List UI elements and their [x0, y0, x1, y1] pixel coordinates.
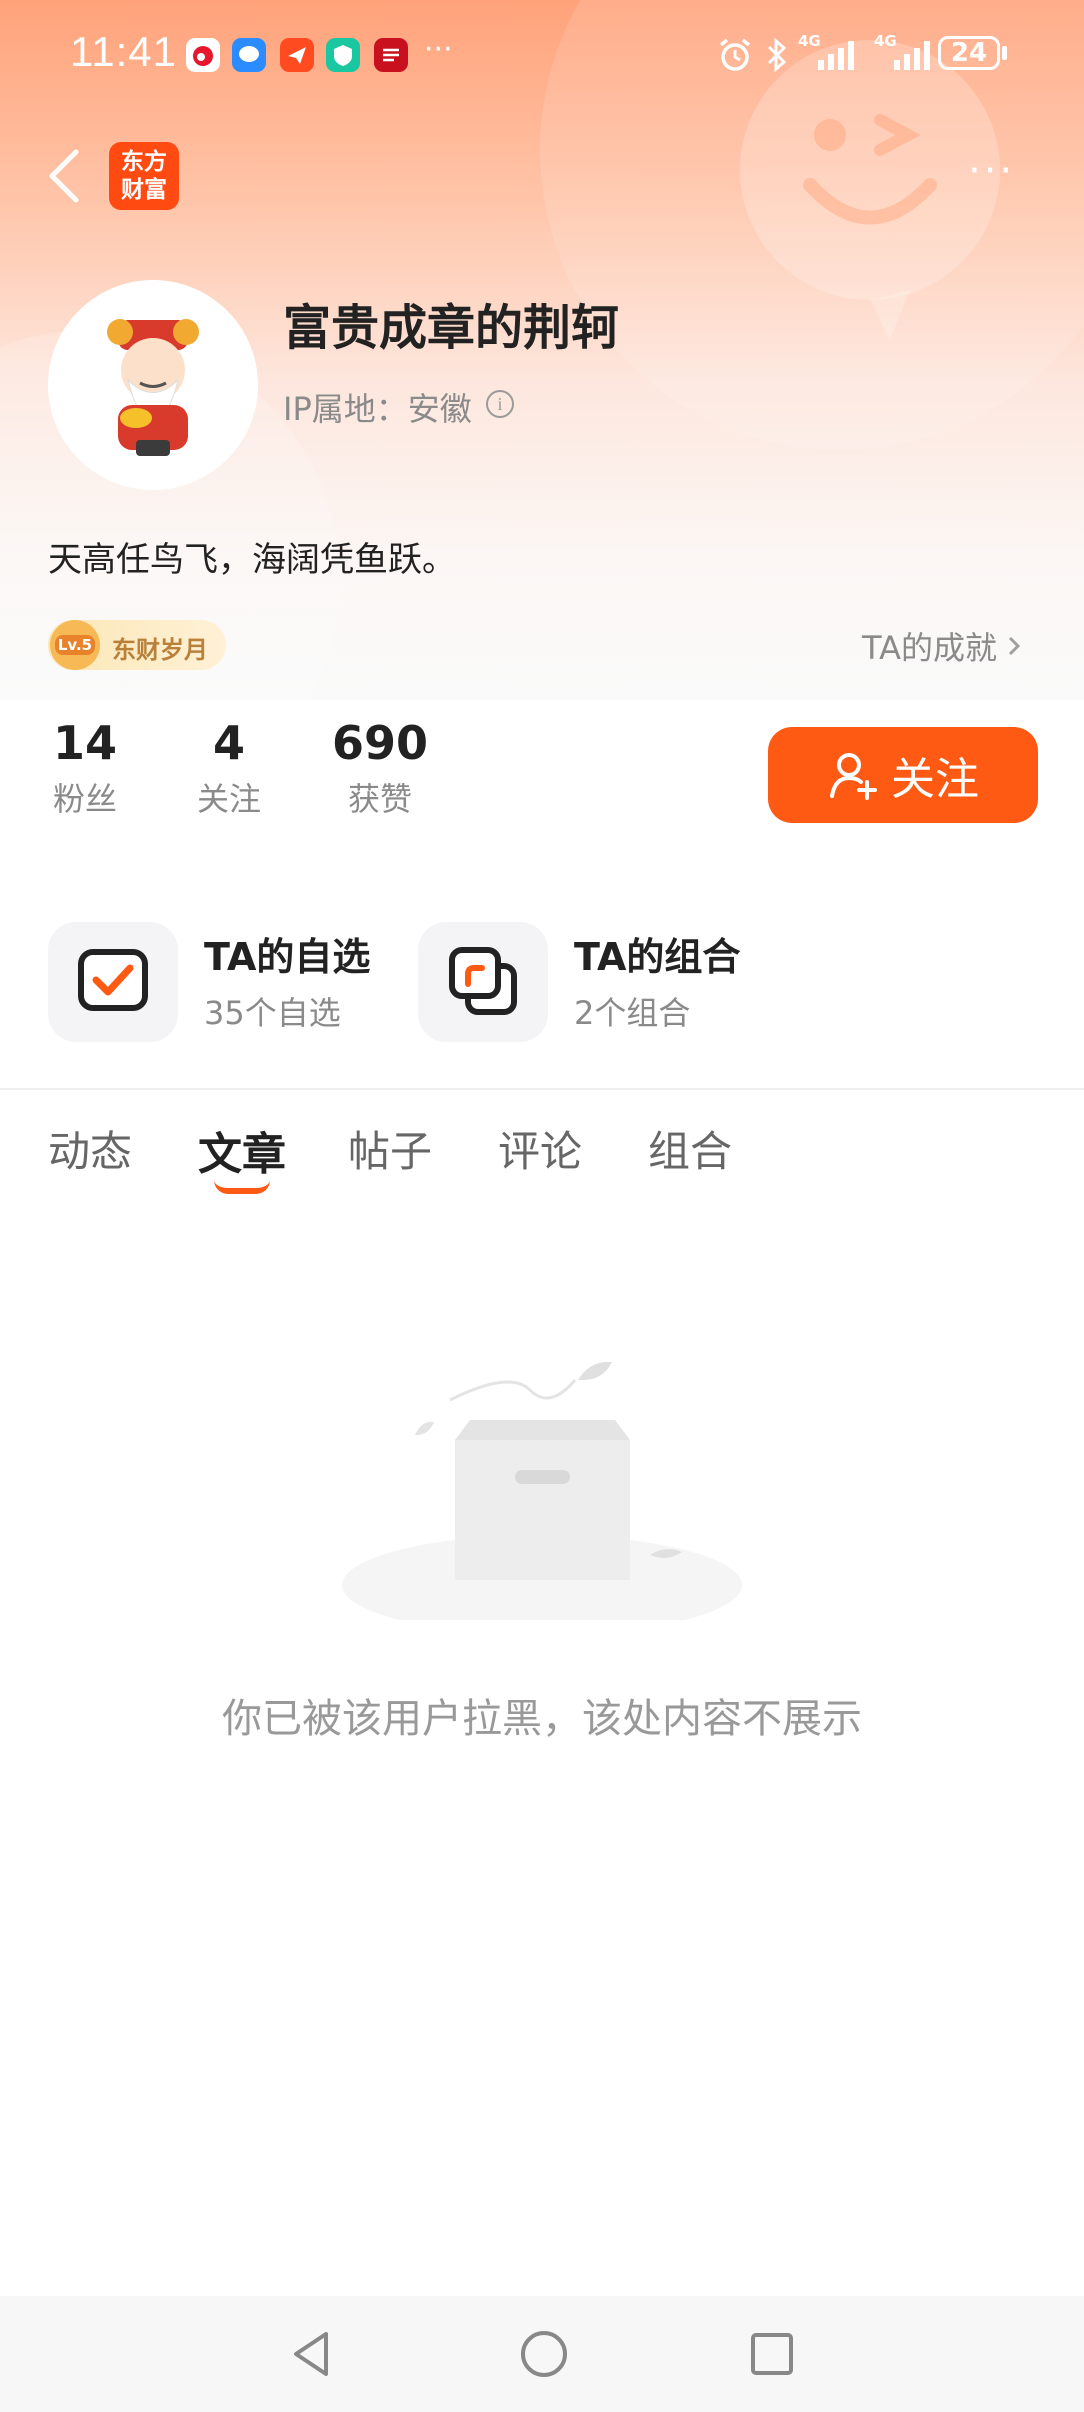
chevron-right-icon: [1008, 636, 1021, 656]
stat-value: 690: [331, 716, 429, 770]
fortune-god-avatar-icon: [107, 319, 199, 456]
layers-icon: [449, 947, 517, 1015]
checkbox-icon: [78, 949, 148, 1011]
watchlist-subtitle: 35个自选: [204, 994, 341, 1032]
app-logo-line2: 财富: [121, 177, 167, 203]
avatar[interactable]: [48, 280, 258, 490]
stat-label: 粉丝: [52, 780, 117, 818]
watchlist-title: TA的自选: [204, 935, 371, 979]
back-arrow-icon[interactable]: [44, 146, 84, 206]
status-more: ···: [424, 32, 453, 67]
home-circle-icon[interactable]: [516, 2326, 572, 2382]
stat-value: 4: [212, 716, 245, 770]
level-badge[interactable]: Lv.5 东财岁月: [48, 620, 226, 670]
send-icon: [280, 38, 314, 72]
tab-comments[interactable]: 评论: [498, 1118, 582, 1179]
stat-label: 获赞: [347, 780, 412, 818]
signal-icon: [818, 41, 854, 70]
empty-state-message: 你已被该用户拉黑，该处内容不展示: [222, 1696, 862, 1742]
achievements-label: TA的成就: [862, 629, 997, 667]
level-title: 东财岁月: [112, 636, 208, 664]
level-icon: Lv.5: [50, 620, 100, 670]
info-icon[interactable]: i: [486, 390, 514, 418]
battery-tip: [1002, 46, 1007, 60]
level-number: Lv.5: [54, 635, 96, 655]
battery-level: 24: [950, 38, 988, 68]
stat-label: 关注: [196, 780, 261, 818]
watchlist-icon-box: [48, 922, 178, 1042]
ip-location: IP属地：安徽: [283, 390, 472, 428]
app-logo-line1: 东方: [121, 149, 167, 175]
empty-box-illustration: [342, 1361, 742, 1620]
stat-value: 14: [52, 716, 117, 770]
portfolio-subtitle: 2个组合: [574, 994, 691, 1032]
battery-icon: 24: [938, 36, 1000, 70]
status-bar: 11:41 ··· 4G 4G 24: [0, 0, 1084, 110]
tab-posts[interactable]: 帖子: [348, 1118, 432, 1179]
profile-bio: 天高任鸟飞，海阔凭鱼跃。: [48, 540, 456, 580]
more-options-icon[interactable]: ···: [968, 148, 1015, 194]
back-triangle-icon[interactable]: [286, 2326, 336, 2382]
shield-icon: [326, 38, 360, 72]
recents-square-icon[interactable]: [744, 2326, 800, 2382]
tab-portfolios[interactable]: 组合: [648, 1118, 732, 1179]
weibo-icon: [186, 38, 220, 72]
tab-articles[interactable]: 文章: [198, 1118, 286, 1182]
portfolio-title: TA的组合: [574, 935, 741, 979]
add-user-icon: [830, 753, 877, 800]
status-time: 11:41: [70, 28, 177, 75]
tab-activity[interactable]: 动态: [48, 1118, 132, 1179]
watchlist-entry[interactable]: TA的自选 35个自选: [48, 922, 388, 1042]
alarm-icon: [719, 38, 751, 71]
portfolio-entry[interactable]: TA的组合 2个组合: [418, 922, 778, 1042]
portfolio-icon-box: [418, 922, 548, 1042]
achievements-link[interactable]: TA的成就: [862, 623, 1027, 669]
signal-icon: [894, 41, 930, 70]
stat-likes: 690 获赞: [320, 716, 440, 820]
follow-button[interactable]: 关注: [768, 727, 1038, 823]
stat-followers[interactable]: 14 粉丝: [40, 716, 130, 820]
bluetooth-icon: [767, 37, 787, 73]
news-icon: [374, 38, 408, 72]
chat-icon: [232, 38, 266, 72]
stat-following[interactable]: 4 关注: [184, 716, 274, 820]
follow-label: 关注: [891, 754, 979, 805]
tab-active-indicator: [214, 1180, 270, 1194]
app-logo: 东方 财富: [109, 142, 179, 210]
divider: [0, 1088, 1084, 1090]
system-nav-bar: [0, 2296, 1084, 2412]
profile-name: 富贵成章的荆轲: [283, 300, 620, 356]
